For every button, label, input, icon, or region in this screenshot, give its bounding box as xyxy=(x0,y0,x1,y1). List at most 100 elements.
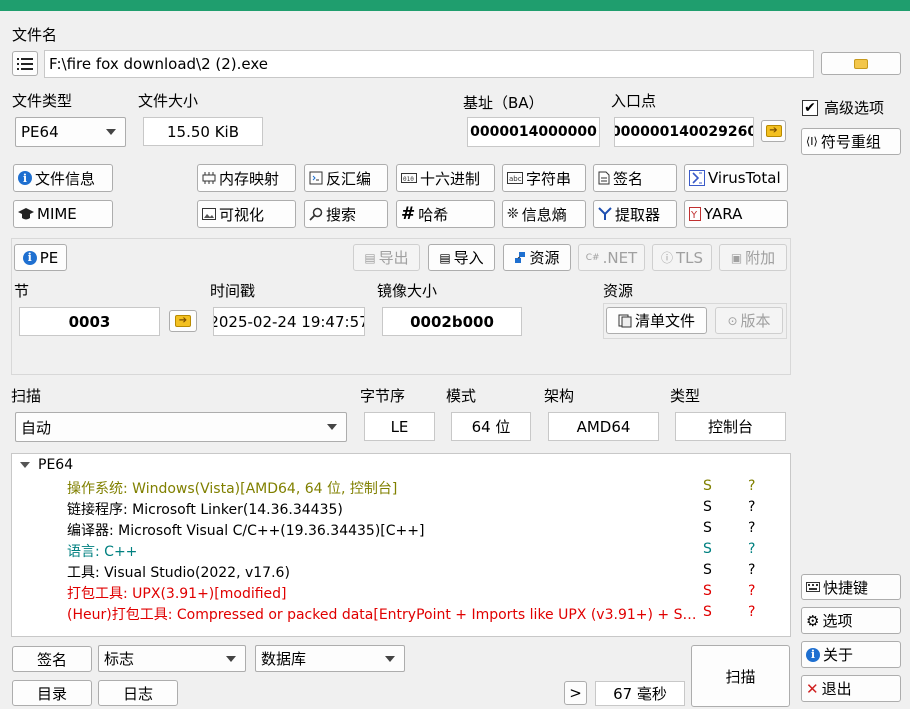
expand-arrow-icon[interactable] xyxy=(20,462,30,468)
result-signature-flag[interactable]: S xyxy=(703,604,712,620)
manifest-label: 清单文件 xyxy=(634,312,695,330)
more-button[interactable]: > xyxy=(564,681,587,705)
open-file-button[interactable] xyxy=(821,52,901,75)
strings-icon: abc xyxy=(507,172,523,184)
flags-select[interactable]: 标志 xyxy=(98,645,246,672)
import-button[interactable]: ▤ 导入 xyxy=(428,244,495,271)
log-button[interactable]: 日志 xyxy=(98,680,178,706)
result-signature-flag[interactable]: S xyxy=(703,499,712,515)
extractor-label: 提取器 xyxy=(615,205,661,224)
options-label: 选项 xyxy=(822,612,853,630)
exit-button[interactable]: ✕ 退出 xyxy=(801,675,901,702)
checkmark-icon[interactable]: ✔ xyxy=(802,99,818,116)
result-signature-flag[interactable]: S xyxy=(703,541,712,557)
result-signature-flag[interactable]: S xyxy=(703,478,712,494)
yara-button[interactable]: Y YARA xyxy=(684,200,788,228)
entry-point-field[interactable]: 000000140029260 xyxy=(614,117,754,147)
result-row[interactable]: 操作系统: Windows(Vista)[AMD64, 64 位, 控制台] S… xyxy=(67,478,787,499)
about-button[interactable]: i 关于 xyxy=(801,641,901,668)
tls-button[interactable]: ⓘ TLS xyxy=(652,244,712,271)
close-icon: ✕ xyxy=(806,679,819,698)
directory-button[interactable]: 目录 xyxy=(12,680,92,706)
arch-field: AMD64 xyxy=(548,412,659,441)
result-signature-flag[interactable]: S xyxy=(703,583,712,599)
resources-button[interactable]: 资源 xyxy=(503,244,571,271)
virustotal-button[interactable]: VirusTotal xyxy=(684,164,788,192)
result-signature-flag[interactable]: S xyxy=(703,562,712,578)
arch-label: 架构 xyxy=(544,387,575,405)
sections-go-button[interactable]: ➔ xyxy=(169,310,197,332)
base-address-field[interactable]: 0000014000000 xyxy=(467,117,600,147)
virustotal-label: VirusTotal xyxy=(708,169,781,187)
memory-chip-icon xyxy=(202,172,216,184)
scan-button[interactable]: 扫描 xyxy=(691,645,790,707)
result-info-flag[interactable]: ? xyxy=(748,562,755,578)
mime-button[interactable]: MIME xyxy=(13,200,113,228)
result-info-flag[interactable]: ? xyxy=(748,478,755,494)
extractor-button[interactable]: 提取器 xyxy=(593,200,677,228)
result-signature-flag[interactable]: S xyxy=(703,520,712,536)
entry-point-go-button[interactable]: ➔ xyxy=(761,120,786,142)
overlay-button[interactable]: ▣ 附加 xyxy=(719,244,787,271)
tls-label: TLS xyxy=(675,248,704,267)
export-button[interactable]: ▤ 导出 xyxy=(353,244,420,271)
result-row[interactable]: 语言: C++ S ? xyxy=(67,541,787,562)
about-label: 关于 xyxy=(823,646,854,664)
tree-root-pe64[interactable]: PE64 xyxy=(20,457,73,473)
strings-label: 字符串 xyxy=(526,169,572,188)
search-button[interactable]: 搜索 xyxy=(304,200,388,228)
dotnet-button[interactable]: C# .NET xyxy=(578,244,645,271)
advanced-options-checkbox[interactable]: ✔ 高级选项 xyxy=(802,97,884,118)
result-row[interactable]: 编译器: Microsoft Visual C/C++(19.36.34435)… xyxy=(67,520,787,541)
entropy-button[interactable]: ❊ 信息熵 xyxy=(502,200,586,228)
shortcuts-button[interactable]: 快捷键 xyxy=(801,574,901,600)
version-label: 版本 xyxy=(740,312,771,330)
export-label: 导出 xyxy=(378,249,409,267)
version-button[interactable]: ⊙ 版本 xyxy=(715,307,783,334)
entry-point-label: 入口点 xyxy=(611,92,657,110)
strings-button[interactable]: abc 字符串 xyxy=(502,164,586,192)
file-type-select[interactable]: PE64 xyxy=(15,117,126,147)
result-row[interactable]: 链接程序: Microsoft Linker(14.36.34435) S ? xyxy=(67,499,787,520)
advanced-options-label: 高级选项 xyxy=(824,99,885,117)
signatures-button[interactable]: 签名 xyxy=(593,164,677,192)
menu-button[interactable] xyxy=(12,51,38,76)
file-path-input[interactable]: F:\fire fox download\2 (2).exe xyxy=(44,50,814,78)
pe-button[interactable]: i PE xyxy=(14,244,67,271)
info-icon: i xyxy=(22,250,37,265)
result-text: 工具: Visual Studio(2022, v17.6) xyxy=(67,565,290,581)
result-info-flag[interactable]: ? xyxy=(748,541,755,557)
hash-button[interactable]: # 哈希 xyxy=(396,200,495,228)
scan-results-tree[interactable]: PE64 操作系统: Windows(Vista)[AMD64, 64 位, 控… xyxy=(11,453,791,637)
file-info-button[interactable]: i 文件信息 xyxy=(13,164,113,192)
result-row[interactable]: 打包工具: UPX(3.91+)[modified] S ? xyxy=(67,583,787,604)
database-select[interactable]: 数据库 xyxy=(255,645,405,672)
base-address-label: 基址（BA） xyxy=(463,94,544,112)
image-size-label: 镜像大小 xyxy=(377,282,438,300)
demangle-button[interactable]: ⟨I⟩ 符号重组 xyxy=(801,128,901,155)
export-icon: ▤ xyxy=(364,250,376,265)
result-info-flag[interactable]: ? xyxy=(748,499,755,515)
extractor-icon xyxy=(598,207,612,221)
manifest-button[interactable]: 清单文件 xyxy=(606,307,707,334)
visualize-button[interactable]: 可视化 xyxy=(197,200,296,228)
hash-label: 哈希 xyxy=(418,205,449,224)
memory-map-button[interactable]: 内存映射 xyxy=(197,164,296,192)
resources-label: 资源 xyxy=(529,249,560,267)
options-button[interactable]: ⚙ 选项 xyxy=(801,607,901,634)
result-row[interactable]: 工具: Visual Studio(2022, v17.6) S ? xyxy=(67,562,787,583)
result-row[interactable]: (Heur)打包工具: Compressed or packed data[En… xyxy=(67,604,787,625)
bottom-signatures-button[interactable]: 签名 xyxy=(12,646,92,672)
image-size-field: 0002b000 xyxy=(382,307,522,336)
scan-mode-select[interactable]: 自动 xyxy=(15,412,347,442)
file-type-value: PE64 xyxy=(21,123,59,141)
type-field: 控制台 xyxy=(675,412,786,441)
keyboard-icon xyxy=(806,582,820,592)
disassembly-icon xyxy=(309,171,323,185)
result-info-flag[interactable]: ? xyxy=(748,583,755,599)
result-info-flag[interactable]: ? xyxy=(748,604,755,620)
disassembly-button[interactable]: 反汇编 xyxy=(304,164,388,192)
result-info-flag[interactable]: ? xyxy=(748,520,755,536)
hex-button[interactable]: 010 十六进制 xyxy=(396,164,495,192)
chevron-down-icon xyxy=(226,655,236,662)
